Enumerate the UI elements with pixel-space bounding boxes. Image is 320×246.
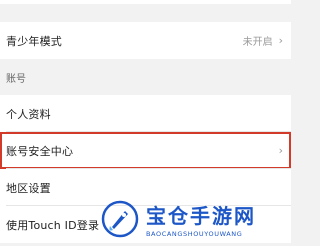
profile-row[interactable]: 个人资料 [0,95,291,132]
account-section-header: 账号 [0,59,291,95]
chevron-right-icon: › [278,34,283,47]
teen-mode-status: 未开启 [242,37,273,48]
teen-mode-label: 青少年模式 [6,34,62,48]
region-row[interactable]: 地区设置 [0,169,291,206]
account-section-title: 账号 [6,73,26,85]
previous-row-edge [0,0,291,4]
chevron-right-icon: › [278,144,283,157]
profile-label: 个人资料 [6,107,51,121]
touch-id-label: 使用Touch ID登录 [6,218,100,232]
security-center-row[interactable]: 账号安全中心 › [0,132,291,169]
touch-id-row[interactable]: 使用Touch ID登录 [0,206,291,243]
security-center-label: 账号安全中心 [6,144,74,158]
top-spacer [0,0,291,22]
region-label: 地区设置 [6,181,51,195]
teen-mode-row[interactable]: 青少年模式 未开启 › [0,22,291,59]
